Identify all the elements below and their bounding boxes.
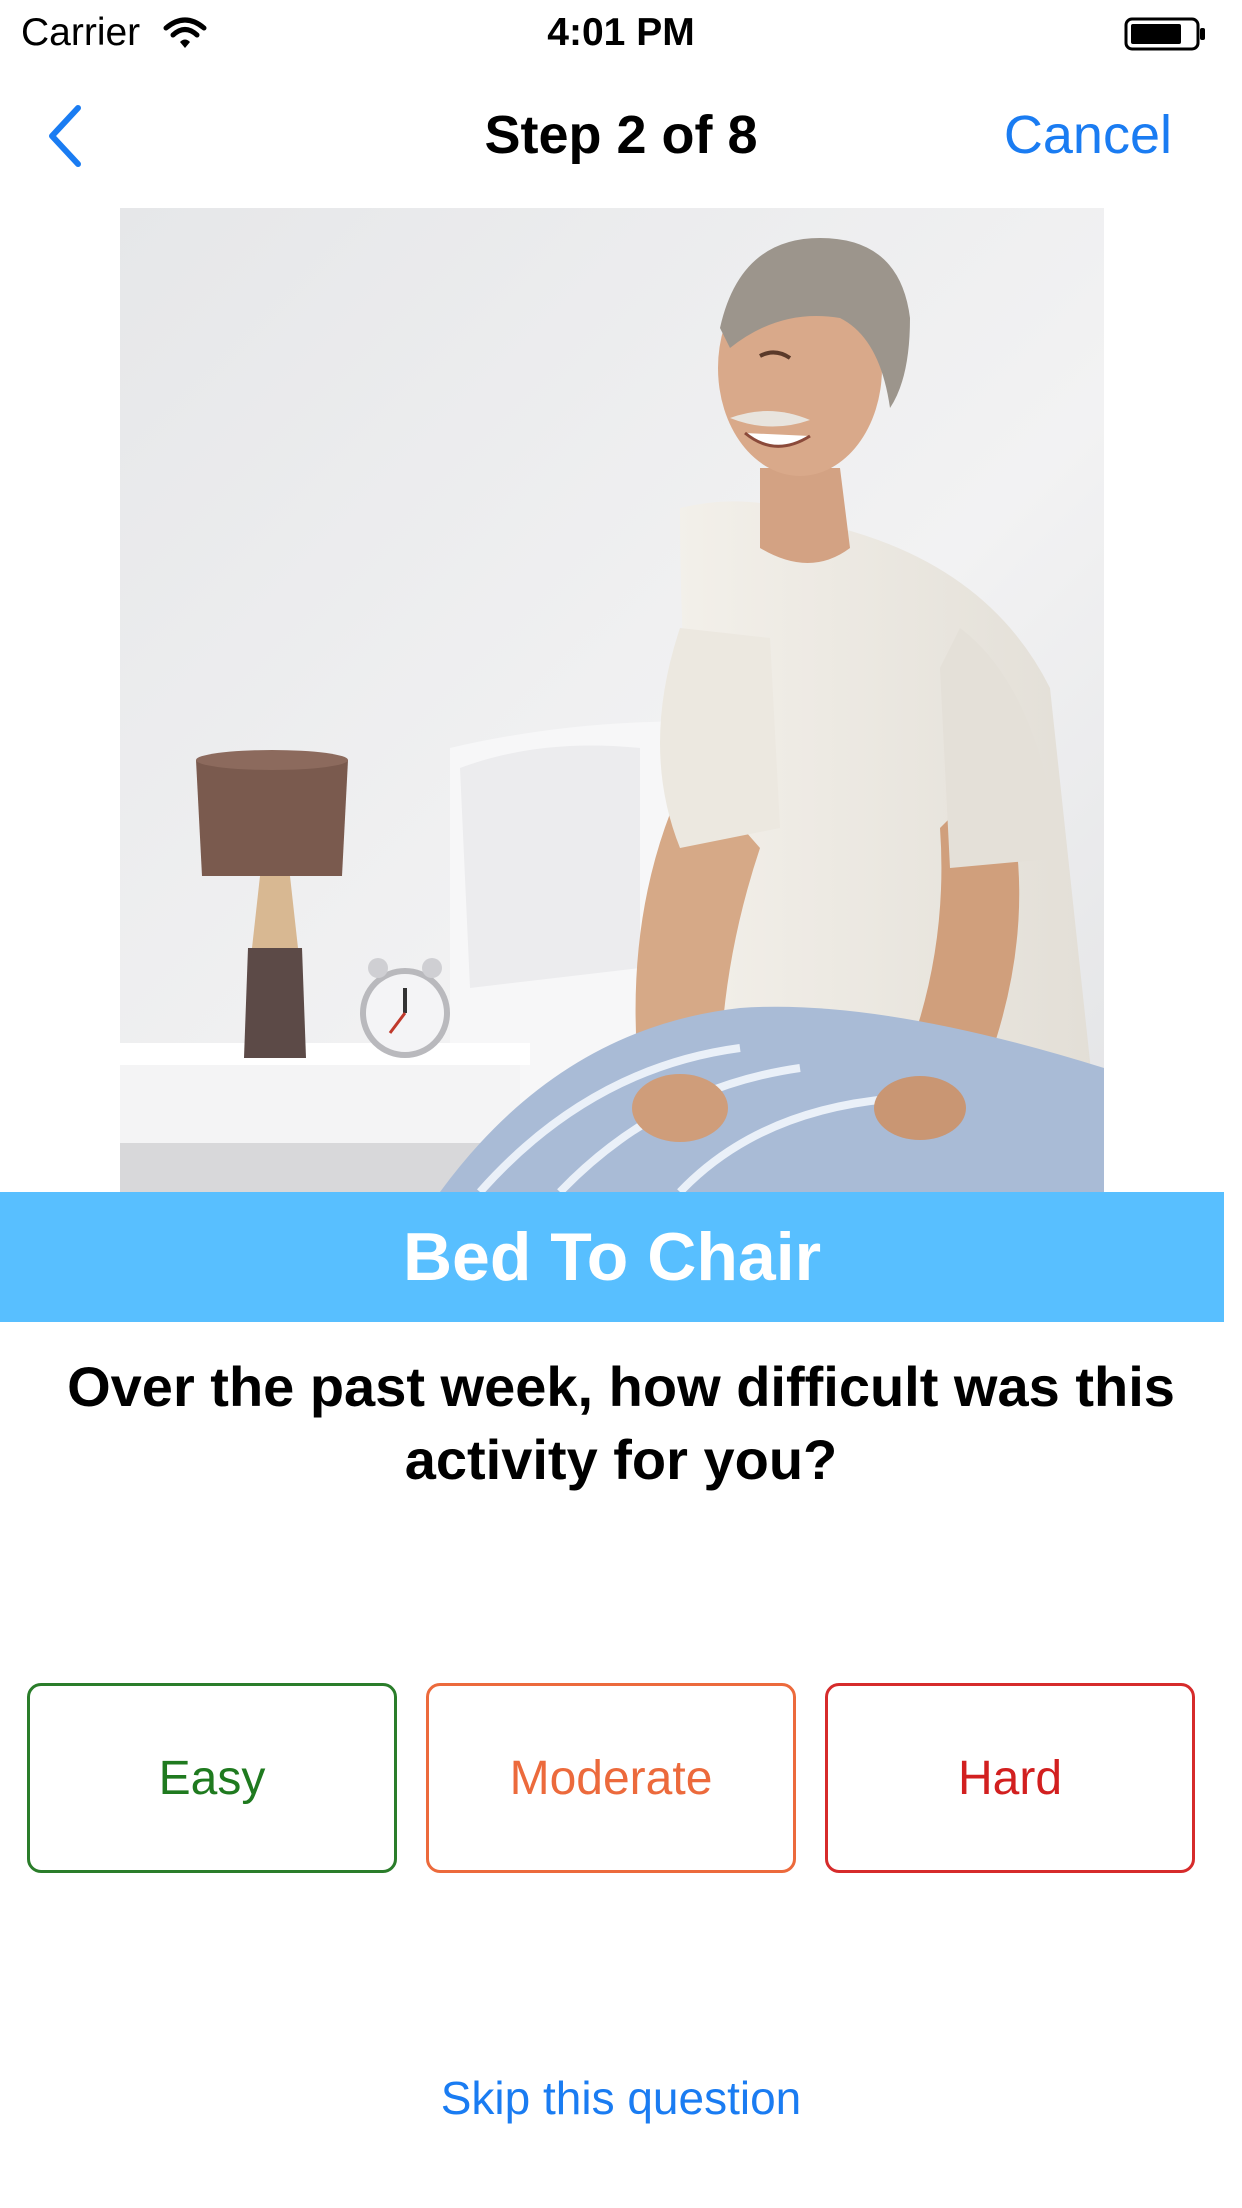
activity-title: Bed To Chair bbox=[402, 1219, 822, 1295]
hard-button[interactable]: Hard bbox=[825, 1683, 1195, 1873]
easy-button[interactable]: Easy bbox=[27, 1683, 397, 1873]
moderate-button[interactable]: Moderate bbox=[426, 1683, 796, 1873]
activity-banner: Bed To Chair bbox=[0, 1192, 1224, 1322]
question-text: Over the past week, how difficult was th… bbox=[67, 1355, 1175, 1491]
status-time: 4:01 PM bbox=[547, 11, 695, 54]
skip-question-button[interactable]: Skip this question bbox=[0, 2070, 1242, 2126]
navigation-bar: Step 2 of 8 Cancel bbox=[0, 66, 1242, 196]
activity-photo bbox=[120, 208, 1104, 1192]
status-bar: Carrier 4:01 PM bbox=[0, 0, 1242, 66]
cancel-button[interactable]: Cancel bbox=[1004, 104, 1172, 166]
battery-icon bbox=[1124, 16, 1208, 52]
